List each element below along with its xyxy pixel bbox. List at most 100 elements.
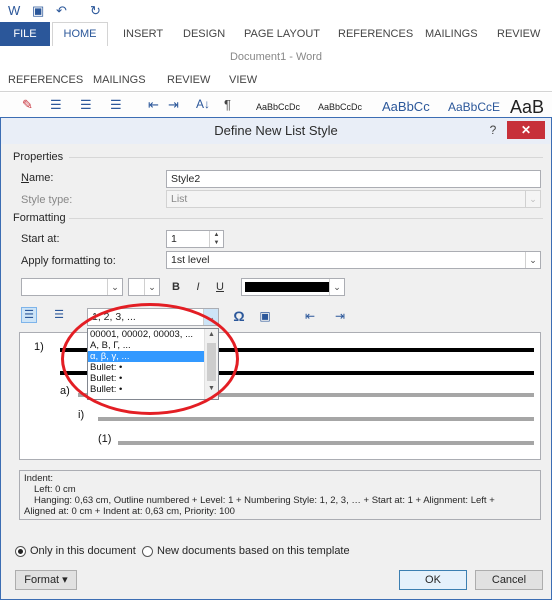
font-name-select[interactable]: ⌄ <box>21 278 123 296</box>
preview-level2-number: a) <box>60 385 70 397</box>
preview-level4-line <box>118 441 534 445</box>
chevron-down-icon: ⌄ <box>107 279 122 295</box>
tab-page-layout[interactable]: PAGE LAYOUT <box>244 22 320 46</box>
bullets-icon[interactable]: ☰ <box>50 97 62 113</box>
font-color-select[interactable]: ⌄ <box>241 278 345 296</box>
name-field[interactable]: Style2 <box>166 170 541 188</box>
only-this-document-label[interactable]: Only in this document <box>30 545 136 557</box>
start-at-label: Start at: <box>21 233 60 245</box>
multilevel-list-icon[interactable]: ☰ <box>110 97 122 113</box>
chevron-down-icon: ⌄ <box>144 279 159 295</box>
tab-references[interactable]: REFERENCES <box>338 22 413 46</box>
chevron-down-icon: ⌄ <box>525 252 540 268</box>
preview-level3-number: i) <box>78 409 85 421</box>
symbol-icon[interactable]: Ω <box>231 306 247 326</box>
decrease-indent-icon[interactable]: ⇤ <box>301 306 319 326</box>
new-documents-label[interactable]: New documents based on this template <box>157 545 350 557</box>
start-at-stepper[interactable]: 1 ▲ ▼ <box>166 230 224 248</box>
scroll-thumb[interactable] <box>207 343 216 381</box>
apply-formatting-label: Apply formatting to: <box>21 255 116 267</box>
help-button[interactable]: ? <box>485 122 501 138</box>
description-line: Aligned at: 0 cm + Indent at: 0,63 cm, P… <box>24 506 235 517</box>
document-title: Document1 - Word <box>229 51 323 63</box>
preview-level1-number: 1) <box>34 341 44 353</box>
style-description: Indent: Left: 0 cm Hanging: 0,63 cm, Out… <box>19 470 541 520</box>
new-documents-radio[interactable] <box>142 546 153 557</box>
tab2-review[interactable]: REVIEW <box>167 68 210 92</box>
numbered-list-icon[interactable]: ☰ <box>21 307 37 323</box>
bold-button[interactable]: B <box>169 277 183 297</box>
chevron-down-icon: ⌄ <box>203 309 218 325</box>
quick-access-toolbar: W ▣ ↶ ↻ <box>0 0 552 22</box>
increase-indent-icon[interactable]: ⇥ <box>331 306 349 326</box>
close-button[interactable]: ✕ <box>507 121 545 139</box>
format-button[interactable]: Format ▾ <box>15 570 77 590</box>
numbering-option[interactable]: A, B, Γ, ... <box>88 340 204 351</box>
word-logo-icon: W <box>8 3 21 18</box>
numbering-option[interactable]: Bullet: • <box>88 384 204 395</box>
italic-button[interactable]: I <box>191 277 205 297</box>
numbering-option[interactable]: Bullet: • <box>88 373 204 384</box>
define-new-list-style-dialog: Define New List Style ? ✕ Properties Nam… <box>0 117 552 600</box>
start-at-value: 1 <box>171 233 177 245</box>
cancel-button[interactable]: Cancel <box>475 570 543 590</box>
tab-insert[interactable]: INSERT <box>123 22 163 46</box>
numbering-option-selected[interactable]: α, β, γ, ... <box>88 351 204 362</box>
tab2-view[interactable]: VIEW <box>229 68 257 92</box>
undo-icon[interactable]: ↶ <box>56 3 67 19</box>
tab-review[interactable]: REVIEW <box>497 22 540 46</box>
sort-icon[interactable]: A↓ <box>196 97 210 111</box>
properties-divider <box>69 157 543 158</box>
dialog-title: Define New List Style <box>214 123 338 138</box>
clear-formatting-icon[interactable]: ✎ <box>22 97 33 113</box>
chevron-down-icon: ⌄ <box>525 191 540 207</box>
apply-formatting-select[interactable]: 1st level ⌄ <box>166 251 541 269</box>
spinner-icon[interactable]: ▲ ▼ <box>209 231 223 247</box>
description-line: Indent: <box>24 473 54 484</box>
increase-indent-icon[interactable]: ⇥ <box>168 97 179 113</box>
style-type-value: List <box>171 193 188 205</box>
preview-level4-number: (1) <box>98 433 112 445</box>
style-sample-no-spacing[interactable]: AaBbCcDc <box>318 96 362 118</box>
style-sample-heading1[interactable]: AaBbCc <box>382 96 430 118</box>
tab2-mailings[interactable]: MAILINGS <box>93 68 146 92</box>
numbering-style-dropdown: 00001, 00002, 00003, ... A, B, Γ, ... α,… <box>87 328 219 400</box>
style-sample-title[interactable]: AaB <box>510 96 544 118</box>
name-label: Name: <box>21 172 54 184</box>
numbering-icon[interactable]: ☰ <box>80 97 92 113</box>
name-label-text: ame: <box>28 172 54 184</box>
numbering-style-select[interactable]: 1, 2, 3, ... ⌄ <box>87 308 219 326</box>
show-paragraph-icon[interactable]: ¶ <box>224 97 231 112</box>
formatting-section-label: Formatting <box>13 212 66 224</box>
tab-design[interactable]: DESIGN <box>183 22 225 46</box>
tab2-references[interactable]: REFERENCES <box>8 68 83 92</box>
numbering-option[interactable]: Bullet: • <box>88 362 204 373</box>
style-sample-heading2[interactable]: AaBbCcE <box>448 96 500 118</box>
tab-home[interactable]: HOME <box>52 22 108 46</box>
properties-section-label: Properties <box>13 151 64 163</box>
tab-file[interactable]: FILE <box>0 22 50 46</box>
style-sample-normal[interactable]: AaBbCcDc <box>256 96 300 118</box>
decrease-indent-icon[interactable]: ⇤ <box>148 97 159 113</box>
only-this-document-radio[interactable] <box>15 546 26 557</box>
description-line: Left: 0 cm <box>34 484 76 495</box>
dropdown-scrollbar[interactable]: ▲ ▼ <box>204 329 218 399</box>
picture-icon[interactable]: ▣ <box>257 306 273 326</box>
redo-icon[interactable]: ↻ <box>90 3 101 19</box>
save-icon[interactable]: ▣ <box>32 3 44 19</box>
bulleted-list-icon[interactable]: ☰ <box>51 307 67 323</box>
font-size-select[interactable]: ⌄ <box>128 278 160 296</box>
scroll-up-icon[interactable]: ▲ <box>205 329 218 341</box>
apply-formatting-value: 1st level <box>171 254 210 266</box>
scroll-down-icon[interactable]: ▼ <box>205 383 218 395</box>
numbering-option[interactable]: 00001, 00002, 00003, ... <box>88 329 204 340</box>
formatting-divider <box>69 218 543 219</box>
description-line: Hanging: 0,63 cm, Outline numbered + Lev… <box>34 495 495 506</box>
font-color-swatch <box>245 282 329 292</box>
numbering-style-value: 1, 2, 3, ... <box>92 311 136 323</box>
tab-mailings[interactable]: MAILINGS <box>425 22 478 46</box>
ok-button[interactable]: OK <box>399 570 467 590</box>
style-type-label: Style type: <box>21 194 73 206</box>
style-type-select: List ⌄ <box>166 190 541 208</box>
underline-button[interactable]: U <box>213 277 227 297</box>
